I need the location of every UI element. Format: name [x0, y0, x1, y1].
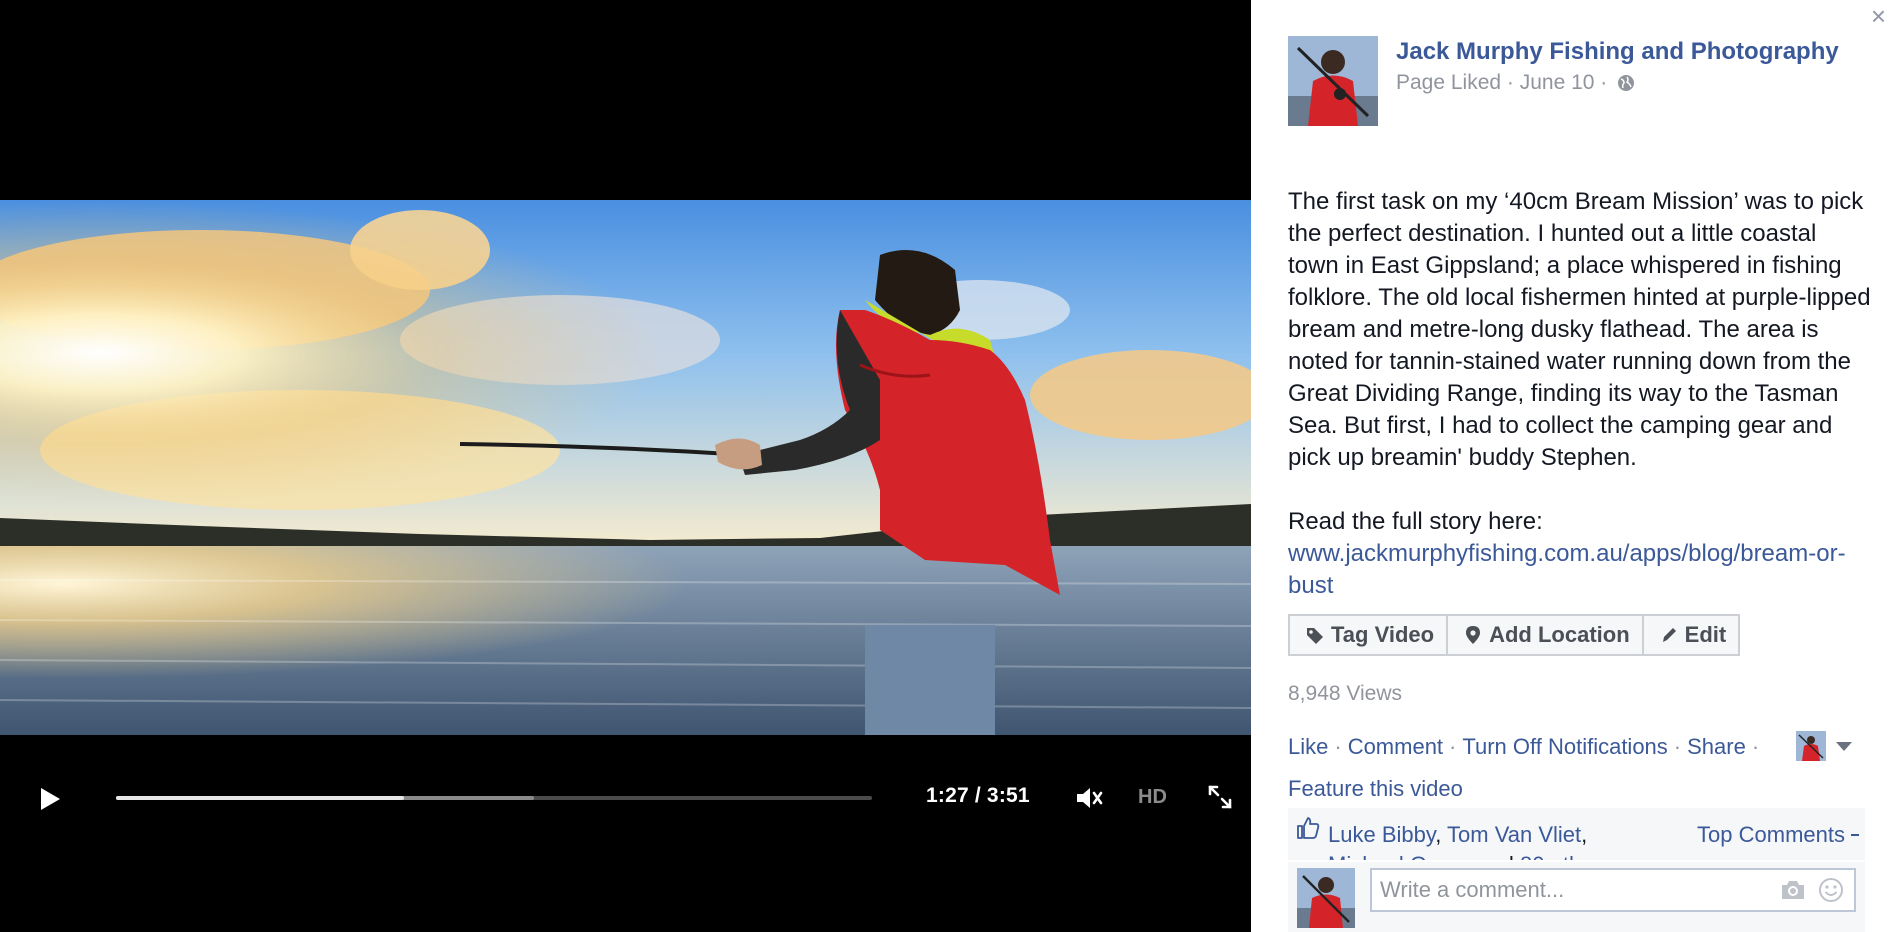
- separator: ·: [1673, 734, 1682, 759]
- play-icon[interactable]: [34, 784, 64, 814]
- separator: ·: [1334, 734, 1342, 759]
- blog-link[interactable]: www.jackmurphyfishing.com.au/apps/blog/b…: [1288, 540, 1846, 599]
- add-location-label: Add Location: [1489, 622, 1630, 647]
- actor-selector[interactable]: [1796, 730, 1862, 762]
- tag-icon: [1307, 628, 1323, 644]
- post-meta-text: Page Liked · June 10 ·: [1396, 71, 1608, 94]
- post-paragraph: The first task on my ‘40cm Bream Mission…: [1288, 188, 1871, 471]
- emoji-icon[interactable]: [1818, 877, 1844, 903]
- page-avatar[interactable]: [1288, 36, 1378, 126]
- feature-video-link[interactable]: Feature this video: [1288, 776, 1463, 802]
- location-pin-icon: [1466, 626, 1481, 644]
- volume-icon[interactable]: [1074, 784, 1104, 812]
- post-body: The first task on my ‘40cm Bream Mission…: [1288, 186, 1873, 634]
- progress-bar[interactable]: [116, 796, 872, 800]
- video-player[interactable]: 1:27 / 3:51 HD: [0, 0, 1251, 932]
- liker-name[interactable]: Luke Bibby: [1328, 822, 1435, 847]
- likers-list: Luke Bibby, Tom Van Vliet, Michael Gregg…: [1328, 820, 1628, 860]
- chevron-down-icon: [1851, 834, 1859, 836]
- edit-label: Edit: [1684, 622, 1727, 647]
- add-location-button[interactable]: Add Location: [1446, 614, 1644, 656]
- separator: ·: [1449, 734, 1457, 759]
- post-details-panel: × Jack Murphy Fishing and Photography Pa…: [1251, 0, 1896, 932]
- close-icon[interactable]: ×: [1871, 2, 1886, 30]
- ufi-action-links: Like · Comment · Turn Off Notifications · Shar…: [1288, 734, 1868, 760]
- user-avatar: [1297, 868, 1355, 928]
- player-controls: 1:27 / 3:51 HD: [0, 770, 1251, 826]
- page-name[interactable]: Jack Murphy Fishing and Photography: [1396, 38, 1839, 66]
- camera-icon[interactable]: [1780, 878, 1806, 902]
- top-comments-label: Top Comments: [1697, 822, 1845, 847]
- hd-quality-button[interactable]: HD: [1138, 786, 1167, 809]
- turn-off-notifications-link[interactable]: Turn Off Notifications: [1462, 734, 1667, 759]
- tag-video-label: Tag Video: [1331, 622, 1435, 647]
- view-count: 8,948 Views: [1288, 682, 1403, 705]
- post-paragraph: Read the full story here: www.jackmurphy…: [1288, 506, 1873, 602]
- globe-icon[interactable]: [1617, 74, 1635, 92]
- and-text: and: [1471, 852, 1520, 860]
- video-still-image: [0, 200, 1251, 735]
- others-link[interactable]: 80 others: [1520, 852, 1612, 860]
- share-link[interactable]: Share: [1687, 734, 1746, 759]
- pencil-icon: [1662, 628, 1676, 642]
- edit-button[interactable]: Edit: [1641, 614, 1741, 656]
- like-link[interactable]: Like: [1288, 734, 1328, 759]
- chevron-down-icon: [1836, 741, 1852, 751]
- played-bar: [116, 796, 405, 800]
- time-display: 1:27 / 3:51: [926, 784, 1030, 807]
- liker-name[interactable]: Tom Van Vliet: [1447, 822, 1581, 847]
- fullscreen-icon[interactable]: [1206, 783, 1234, 811]
- read-more-label: Read the full story here:: [1288, 508, 1543, 535]
- video-action-buttons: Tag Video Add Location Edit: [1288, 614, 1741, 656]
- separator: ·: [1751, 734, 1760, 759]
- video-frame[interactable]: [0, 200, 1251, 735]
- actor-avatar: [1796, 731, 1826, 761]
- post-meta: Page Liked · June 10 ·: [1396, 71, 1635, 95]
- comment-composer: [1288, 862, 1865, 932]
- likes-summary: Luke Bibby, Tom Van Vliet, Michael Gregg…: [1288, 808, 1865, 860]
- tag-video-button[interactable]: Tag Video: [1288, 614, 1449, 656]
- thumbs-up-icon: [1297, 817, 1320, 839]
- comment-link[interactable]: Comment: [1348, 734, 1443, 759]
- top-comments-dropdown[interactable]: Top Comments: [1697, 822, 1859, 848]
- liker-name[interactable]: Michael Gregg: [1328, 852, 1471, 860]
